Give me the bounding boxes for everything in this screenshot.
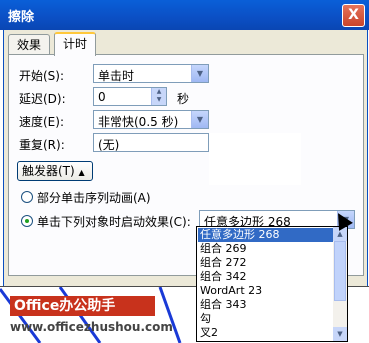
chevron-down-icon[interactable]: ▼ [191,65,208,82]
repeat-select[interactable]: (无) [93,133,209,152]
tab-effect[interactable]: 效果 [8,34,51,55]
delay-spinner[interactable]: 0 ▲ ▼ [93,87,167,106]
list-item[interactable]: 勾 [200,312,211,326]
list-item[interactable]: WordArt 23 [200,284,262,298]
list-item[interactable]: 组合 343 [200,298,247,312]
repeat-label: 重复(R): [19,138,65,152]
speed-value: 非常快(0.5 秒) [98,115,179,129]
watermark-url: www.officezhushou.com [10,320,173,334]
list-item[interactable]: 组合 342 [200,270,247,284]
watermark-logo: Office办公助手 [10,296,155,316]
spinner-arrows-icon[interactable]: ▲ ▼ [151,88,166,105]
trigger-button[interactable]: 触发器(T) ▲ [17,161,93,181]
object-dropdown-list[interactable]: 任意多边形 268 组合 269 组合 272 组合 342 WordArt 2… [196,226,348,342]
title-bar: 擦除 X [0,0,369,30]
blank-area [209,133,301,185]
trigger-label: 触发器(T) [22,164,75,178]
list-scrollbar[interactable]: ▲ ▼ [333,227,347,341]
radio-start-on-click[interactable] [21,215,33,227]
start-label: 开始(S): [19,69,65,83]
radio-start-on-click-label: 单击下列对象时启动效果(C): [37,215,191,229]
speed-select[interactable]: 非常快(0.5 秒) ▼ [93,110,209,129]
start-select[interactable]: 单击时 ▼ [93,64,209,83]
list-item[interactable]: 组合 269 [200,242,247,256]
window-title: 擦除 [8,10,35,25]
radio-partial-sequence[interactable] [21,191,33,203]
speed-label: 速度(E): [19,115,64,129]
delay-label: 延迟(D): [19,92,66,106]
list-item[interactable]: 组合 272 [200,256,247,270]
scroll-thumb[interactable] [334,241,346,301]
list-item[interactable]: 任意多边形 268 [198,228,335,242]
tab-timing[interactable]: 计时 [54,32,97,56]
close-button[interactable]: X [342,4,365,27]
caret-up-icon: ▲ [78,168,85,177]
scroll-down-icon[interactable]: ▼ [333,327,347,341]
start-value: 单击时 [98,69,135,83]
chevron-down-icon[interactable]: ▼ [191,111,208,128]
delay-value: 0 [98,90,106,104]
list-item[interactable]: 叉2 [200,326,218,340]
radio-partial-sequence-label: 部分单击序列动画(A) [37,191,151,205]
delay-unit: 秒 [177,92,190,106]
repeat-value: (无) [98,138,120,152]
